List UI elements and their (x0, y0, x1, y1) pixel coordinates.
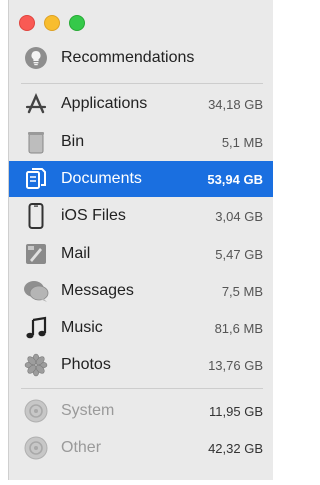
item-size: 13,76 GB (208, 357, 263, 373)
sidebar-item-messages[interactable]: Messages 7,5 MB (9, 273, 273, 309)
item-size: 11,95 GB (209, 403, 263, 419)
sidebar-item-label: iOS Files (61, 207, 126, 224)
sidebar-item-other: Other 42,32 GB (9, 430, 273, 466)
sidebar-item-ios-files[interactable]: iOS Files 3,04 GB (9, 198, 273, 234)
item-size: 53,94 GB (207, 171, 263, 187)
iphone-icon (23, 203, 49, 229)
sidebar-item-recommendations[interactable]: Recommendations (9, 40, 273, 76)
music-note-icon (23, 315, 49, 341)
sidebar-item-documents[interactable]: Documents 53,94 GB (9, 161, 273, 197)
mail-icon (23, 241, 49, 267)
item-size: 5,47 GB (215, 246, 263, 262)
sidebar-item-label: Recommendations (61, 49, 195, 66)
sidebar-item-photos[interactable]: Photos 13,76 GB (9, 347, 273, 383)
zoom-button[interactable] (69, 15, 85, 31)
item-size: 5,1 MB (221, 134, 263, 150)
sidebar-item-label: Documents (61, 170, 142, 187)
sidebar-item-label: Messages (61, 282, 134, 299)
sidebar-item-label: Music (61, 319, 103, 336)
sidebar-item-applications[interactable]: Applications 34,18 GB (9, 86, 273, 122)
item-size: 81,6 MB (214, 320, 263, 336)
sidebar-item-label: Bin (61, 133, 85, 150)
sidebar-item-label: Photos (61, 356, 111, 373)
item-size: 42,32 GB (208, 440, 263, 456)
documents-icon (23, 166, 49, 192)
window-controls (19, 15, 85, 31)
trash-icon (23, 129, 49, 155)
sidebar-item-system: System 11,95 GB (9, 393, 273, 429)
messages-icon (23, 278, 49, 304)
sidebar-item-mail[interactable]: Mail 5,47 GB (9, 236, 273, 272)
item-size: 7,5 MB (221, 283, 263, 299)
disk-icon (23, 435, 49, 461)
sidebar-item-label: Mail (61, 245, 91, 262)
storage-sidebar-window: Recommendations Applications 34,18 GB Bi… (8, 0, 273, 480)
applications-icon (23, 91, 49, 117)
lightbulb-icon (23, 45, 49, 71)
item-size: 3,04 GB (215, 208, 263, 224)
minimize-button[interactable] (44, 15, 60, 31)
divider (21, 83, 263, 84)
divider (21, 388, 263, 389)
item-size: 34,18 GB (208, 96, 263, 112)
sidebar-item-label: Other (61, 439, 102, 456)
sidebar-item-music[interactable]: Music 81,6 MB (9, 310, 273, 346)
photos-flower-icon (23, 352, 49, 378)
disk-icon (23, 398, 49, 424)
sidebar-item-label: System (61, 402, 115, 419)
sidebar-item-label: Applications (61, 95, 148, 112)
sidebar-item-bin[interactable]: Bin 5,1 MB (9, 124, 273, 160)
close-button[interactable] (19, 15, 35, 31)
